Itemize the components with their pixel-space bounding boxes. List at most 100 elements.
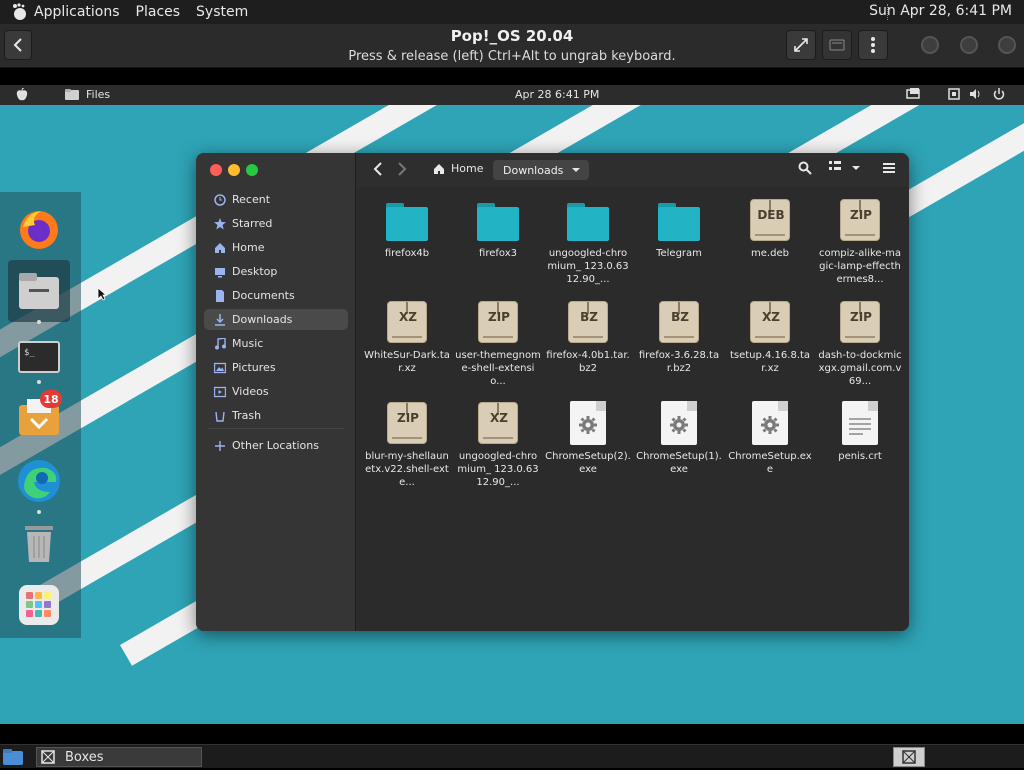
sidebar-item-music[interactable]: Music: [204, 333, 348, 354]
file-name: ChromeSetup(1).exe: [636, 451, 722, 475]
sidebar-item-home[interactable]: Home: [204, 237, 348, 258]
sidebar-item-other-locations[interactable]: Other Locations: [204, 435, 348, 456]
file-item[interactable]: ZIP blur-my-shellaunetx.v22.shell-exte...: [364, 400, 450, 489]
dock-firefox[interactable]: [14, 204, 64, 254]
breadcrumb-home[interactable]: Home: [433, 162, 483, 175]
sidebar-item-starred[interactable]: Starred: [204, 213, 348, 234]
file-item[interactable]: XZ WhiteSur-Dark.tar.xz: [364, 299, 450, 375]
close-button[interactable]: [998, 36, 1016, 54]
file-item[interactable]: BZ firefox-3.6.28.tar.bz2: [636, 299, 722, 375]
sidebar-item-pictures[interactable]: Pictures: [204, 357, 348, 378]
guest-clock[interactable]: Apr 28 6:41 PM: [515, 88, 599, 101]
sidebar-item-recent[interactable]: Recent: [204, 189, 348, 210]
sidebar-item-videos[interactable]: Videos: [204, 381, 348, 402]
power-icon[interactable]: [993, 88, 1005, 103]
files-toolbar: Home Downloads: [357, 153, 909, 187]
guest-desktop[interactable]: Files Apr 28 6:41 PM $_ 18 Recent Starre…: [0, 85, 1024, 724]
boxes-header-bar: Pop!_OS 20.04 Press & release (left) Ctr…: [0, 24, 1024, 68]
file-name: ChromeSetup.exe: [728, 451, 812, 475]
file-item[interactable]: DEB me.deb: [727, 197, 813, 260]
home-icon: [434, 163, 444, 174]
sidebar-item-downloads[interactable]: Downloads: [204, 309, 348, 330]
show-desktop-icon[interactable]: [2, 748, 24, 770]
sidebar-item-label: Documents: [232, 289, 295, 302]
boxes-icon: [41, 750, 55, 764]
sidebar-item-desktop[interactable]: Desktop: [204, 261, 348, 282]
trash-icon: [214, 410, 226, 422]
menu-button[interactable]: [858, 30, 888, 60]
keyboard-button[interactable]: [822, 30, 852, 60]
view-toggle-button[interactable]: [829, 161, 841, 171]
file-item[interactable]: Telegram: [636, 197, 722, 260]
window-maximize-button[interactable]: [246, 164, 258, 176]
dock-files[interactable]: [8, 260, 70, 322]
video-icon: [214, 386, 226, 398]
file-item[interactable]: ZIP dash-to-dockmicxgx.gmail.com.v69...: [817, 299, 903, 388]
dock-terminal[interactable]: $_: [14, 332, 64, 382]
file-name: compiz-alike-magic-lamp-effecthermes8...: [818, 248, 902, 285]
active-app-name[interactable]: Files: [86, 88, 110, 101]
dock-trash[interactable]: [14, 518, 64, 568]
firefox-icon: [20, 211, 58, 249]
dock-installer[interactable]: 18: [14, 390, 64, 442]
running-indicator: [37, 380, 41, 384]
chevron-down-icon: [852, 166, 860, 170]
dock-edge[interactable]: [14, 456, 64, 506]
archive-icon: DEB: [747, 197, 793, 243]
file-item[interactable]: firefox3: [455, 197, 541, 260]
minimize-button[interactable]: [921, 36, 939, 54]
search-button[interactable]: [798, 161, 812, 175]
expand-icon: [794, 38, 808, 52]
plus-icon: [214, 440, 226, 452]
maximize-button[interactable]: [960, 36, 978, 54]
file-item[interactable]: ChromeSetup(2).exe: [545, 400, 631, 476]
system-menu[interactable]: System: [196, 4, 248, 20]
file-item[interactable]: ChromeSetup(1).exe: [636, 400, 722, 476]
sidebar-item-label: Downloads: [232, 313, 293, 326]
window-minimize-button[interactable]: [228, 164, 240, 176]
clock-icon: [214, 193, 226, 206]
host-clock[interactable]: Sun Apr 28, 6:41 PM: [869, 3, 1012, 19]
volume-icon[interactable]: [969, 88, 981, 103]
file-item[interactable]: ZIP compiz-alike-magic-lamp-effecthermes8…: [817, 197, 903, 286]
gnome-foot-icon[interactable]: [10, 3, 28, 21]
sidebar-item-documents[interactable]: Documents: [204, 285, 348, 306]
file-item[interactable]: BZ firefox-4.0b1.tar.bz2: [545, 299, 631, 375]
sidebar-item-label: Pictures: [232, 361, 276, 374]
file-item[interactable]: ChromeSetup.exe: [727, 400, 813, 476]
file-name: ungoogled-chromium_ 123.0.6312.90_...: [547, 248, 629, 285]
dock-app-grid[interactable]: [14, 580, 64, 630]
file-type-tag: DEB: [757, 208, 785, 222]
list-view-icon: [829, 161, 841, 170]
sidebar-item-trash[interactable]: Trash: [204, 405, 348, 426]
workspace-switcher[interactable]: [893, 747, 925, 767]
file-item[interactable]: ZIP user-themegnome-shell-extensio...: [455, 299, 541, 388]
mouse-pointer-icon: [97, 287, 107, 301]
home-icon: [214, 242, 226, 254]
folder-icon: [384, 197, 430, 243]
sidebar-item-label: Trash: [232, 409, 262, 422]
applications-menu[interactable]: Applications: [34, 4, 120, 20]
nav-forward-button[interactable]: [397, 161, 407, 177]
view-options-button[interactable]: [851, 165, 861, 171]
apple-icon[interactable]: [16, 87, 28, 104]
update-badge: 18: [40, 390, 62, 408]
nav-back-button[interactable]: [373, 161, 383, 177]
file-item[interactable]: firefox4b: [364, 197, 450, 260]
network-icon[interactable]: [948, 88, 960, 103]
hamburger-menu-button[interactable]: [883, 163, 895, 173]
file-type-tag: XZ: [490, 411, 508, 425]
file-name: ungoogled-chromium_ 123.0.6312.90_...: [457, 451, 539, 488]
file-item[interactable]: ungoogled-chromium_ 123.0.6312.90_...: [545, 197, 631, 286]
files-sidebar: Recent Starred Home Desktop Documents Do…: [196, 153, 356, 631]
file-item[interactable]: XZ ungoogled-chromium_ 123.0.6312.90_...: [455, 400, 541, 489]
file-item[interactable]: penis.crt: [817, 400, 903, 463]
display-icon[interactable]: [906, 88, 920, 103]
taskbar-boxes[interactable]: Boxes: [36, 747, 202, 767]
places-menu[interactable]: Places: [136, 4, 181, 20]
fullscreen-button[interactable]: [786, 30, 816, 60]
executable-icon: [656, 400, 702, 446]
breadcrumb-current[interactable]: Downloads: [493, 160, 590, 180]
window-close-button[interactable]: [210, 164, 222, 176]
file-item[interactable]: XZ tsetup.4.16.8.tar.xz: [727, 299, 813, 375]
